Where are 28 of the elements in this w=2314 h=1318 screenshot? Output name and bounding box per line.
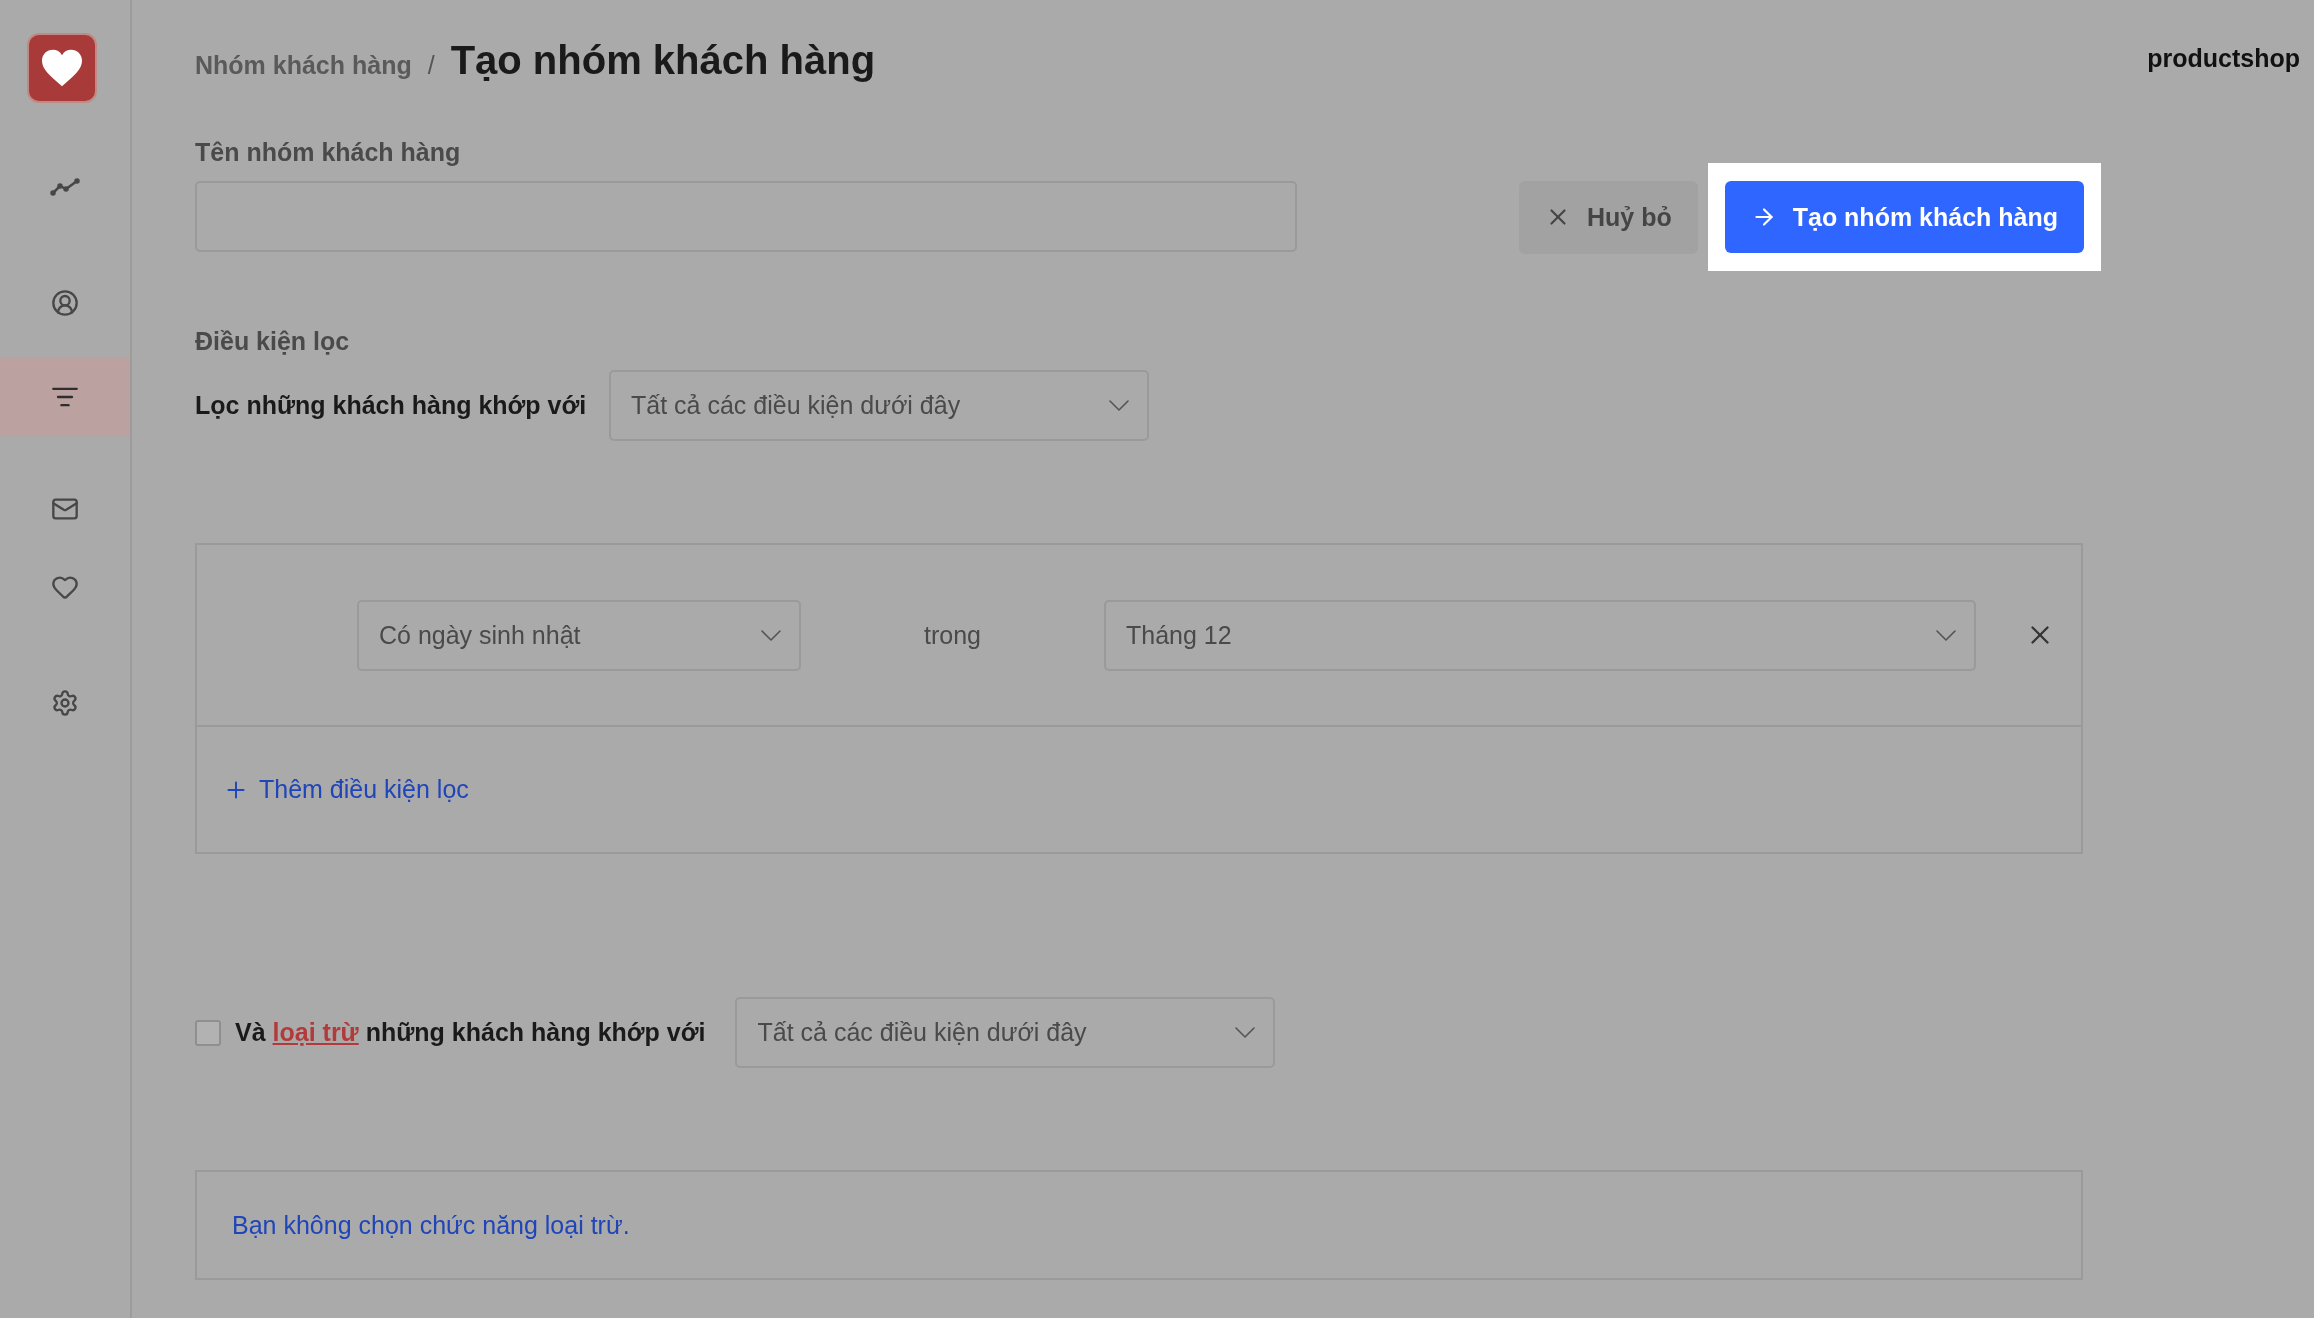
user-icon (51, 289, 79, 317)
operator-text: trong (923, 620, 982, 650)
add-filter-link[interactable]: Thêm điều kiện lọc (223, 775, 469, 804)
field-label: Tên nhóm khách hàng (195, 138, 462, 167)
settings-icon (51, 689, 79, 717)
section-title: Điều kiện lọc (195, 327, 351, 356)
line-chart-icon (50, 178, 80, 196)
exclude-label: Và loại trừ những khách hàng khớp với (235, 1018, 706, 1047)
heart-icon (51, 573, 79, 601)
chevron-icon (1936, 629, 1956, 641)
cancel-button[interactable]: Huỷ bỏ (1519, 180, 1698, 254)
value-select[interactable]: Tháng 12 (1104, 599, 1976, 671)
create-button[interactable]: Tạo nhóm khách hàng (1724, 181, 2084, 253)
chevron-icon (1109, 400, 1129, 411)
breadcrumb-separator: / (427, 50, 435, 80)
exclude-select[interactable]: Tất cả các điều kiện dưới đây (735, 997, 1276, 1068)
exclude-link[interactable]: loại trừ (272, 1018, 359, 1046)
notice-text: Bạn không chọn chức năng loại trừ. (232, 1210, 630, 1240)
checkbox[interactable] (195, 1019, 221, 1046)
chevron-icon (1235, 1027, 1256, 1038)
account-name: productshop (2147, 43, 2300, 73)
field-select[interactable]: Có ngày sinh nhật (357, 599, 801, 671)
page-title: Tạo nhóm khách hàng (450, 37, 876, 83)
chevron-icon (761, 629, 781, 641)
breadcrumb-link[interactable]: Nhóm khách hàng (195, 50, 412, 80)
match-select[interactable]: Tất cả các điều kiện dưới đây (609, 370, 1149, 441)
heart-icon (40, 48, 84, 88)
match-label: Lọc những khách hàng khớp với (195, 391, 588, 420)
